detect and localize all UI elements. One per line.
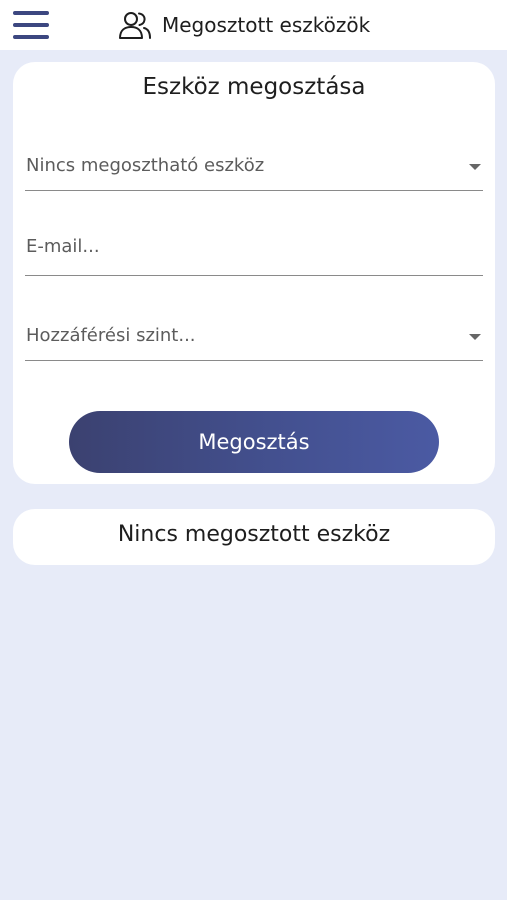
email-field[interactable]	[25, 231, 483, 275]
header-title-group: Megosztott eszközök	[118, 9, 370, 41]
chevron-down-icon	[469, 164, 481, 170]
access-level-placeholder: Hozzáférési szint...	[26, 325, 196, 346]
share-card-title: Eszköz megosztása	[142, 74, 366, 100]
hamburger-menu-button[interactable]	[13, 11, 49, 39]
app-header: Megosztott eszközök	[0, 0, 507, 50]
page-title: Megosztott eszközök	[162, 13, 371, 37]
menu-bar	[13, 35, 49, 39]
device-select[interactable]: Nincs megosztható eszköz	[25, 147, 483, 191]
share-button[interactable]: Megosztás	[69, 411, 439, 473]
access-level-select[interactable]: Hozzáférési szint...	[25, 317, 483, 361]
device-select-value: Nincs megosztható eszköz	[26, 155, 265, 176]
users-icon	[119, 12, 151, 39]
empty-state-text: Nincs megosztott eszköz	[117, 522, 391, 547]
share-device-card: Eszköz megosztása Nincs megosztható eszk…	[13, 62, 495, 484]
chevron-down-icon	[469, 334, 481, 340]
menu-bar	[13, 11, 49, 15]
menu-bar	[13, 23, 49, 27]
shared-devices-card: Nincs megosztott eszköz	[13, 509, 495, 565]
email-field-wrapper	[25, 231, 483, 276]
